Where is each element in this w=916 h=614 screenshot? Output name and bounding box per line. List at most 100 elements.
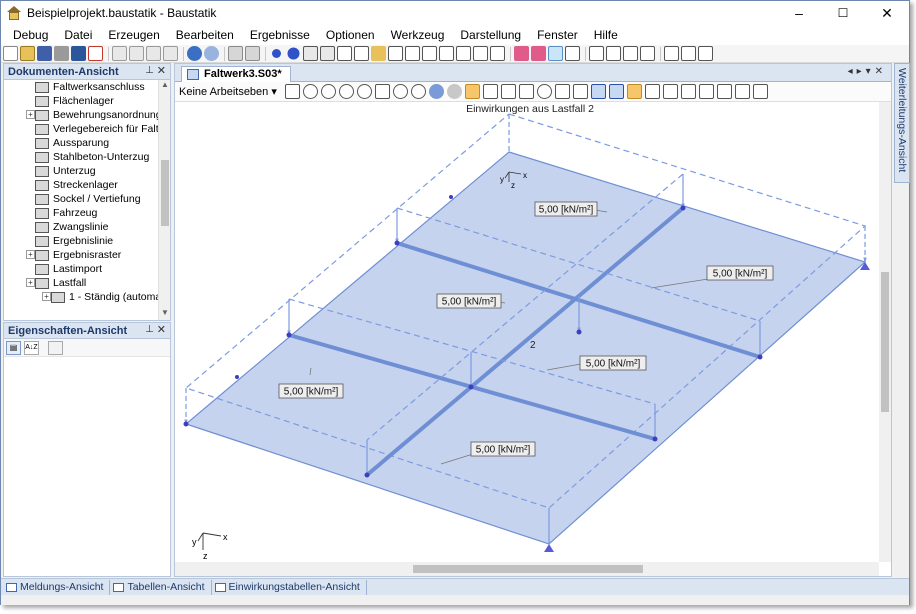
select-filter-icon[interactable] (626, 84, 642, 99)
scroll-thumb[interactable] (881, 272, 889, 412)
tree-item[interactable]: + Lastfall (4, 276, 159, 290)
pin-icon[interactable]: ⊥ (145, 65, 154, 76)
print-icon[interactable] (54, 46, 69, 61)
view-side-icon[interactable] (518, 84, 534, 99)
menu-darstellung[interactable]: Darstellung (452, 25, 529, 45)
pdf-export-icon[interactable] (88, 46, 103, 61)
tab-navigation[interactable]: ◂▸▾✕ (848, 66, 887, 77)
node-point[interactable] (468, 384, 474, 390)
view-front-icon[interactable] (482, 84, 498, 99)
extend-icon[interactable] (422, 46, 437, 61)
workplane-dropdown[interactable]: Keine Arbeitseben ▾ (179, 84, 279, 100)
tree-item[interactable]: Aussparung (4, 136, 159, 150)
close-panel-icon[interactable]: ✕ (157, 64, 166, 77)
tree-item[interactable]: + Bewehrungsanordnung (4, 108, 159, 122)
window-5-icon[interactable] (734, 84, 750, 99)
tree-item[interactable]: Faltwerksanschluss (4, 80, 159, 94)
tree-item[interactable]: Lastimport (4, 262, 159, 276)
document-tab[interactable]: Faltwerk3.S03* (181, 66, 291, 82)
expand-icon[interactable]: + (42, 292, 51, 301)
window-3-icon[interactable] (698, 84, 714, 99)
tree-item[interactable]: Zwangslinie (4, 220, 159, 234)
property-pages-icon[interactable] (48, 340, 63, 355)
node-point[interactable] (757, 354, 763, 360)
window-1-icon[interactable] (662, 84, 678, 99)
undo-icon[interactable] (187, 46, 202, 61)
maximize-button[interactable]: ☐ (821, 1, 865, 25)
menu-hilfe[interactable]: Hilfe (586, 25, 626, 45)
window-2-icon[interactable] (680, 84, 696, 99)
grid-icon[interactable] (554, 84, 570, 99)
menu-ergebnisse[interactable]: Ergebnisse (242, 25, 318, 45)
minimize-button[interactable]: – (777, 1, 821, 25)
expand-icon[interactable]: + (26, 110, 35, 119)
support-marker[interactable] (544, 544, 554, 552)
rotate-node-icon[interactable] (303, 46, 318, 61)
dimension-icon[interactable] (531, 46, 546, 61)
menu-fenster[interactable]: Fenster (529, 25, 586, 45)
tree-item[interactable]: +1 - Ständig (automatise (4, 290, 159, 304)
pencil-icon[interactable] (371, 46, 386, 61)
word-export-icon[interactable] (71, 46, 86, 61)
node-point[interactable] (449, 195, 453, 199)
select-all-icon[interactable] (698, 46, 713, 61)
zoom-in-icon[interactable] (338, 84, 354, 99)
open-file-icon[interactable] (20, 46, 35, 61)
save-icon[interactable] (37, 46, 52, 61)
lasso-icon[interactable] (129, 46, 144, 61)
node-point[interactable] (394, 240, 400, 246)
join-icon[interactable] (456, 46, 471, 61)
tree-item[interactable]: Sockel / Vertiefung (4, 192, 159, 206)
scroll-thumb[interactable] (413, 565, 643, 573)
menu-bearbeiten[interactable]: Bearbeiten (168, 25, 242, 45)
pan-icon[interactable] (374, 84, 390, 99)
render-icon[interactable] (590, 84, 606, 99)
tree-item[interactable]: Fahrzeug (4, 206, 159, 220)
new-file-icon[interactable] (3, 46, 18, 61)
offset-icon[interactable] (473, 46, 488, 61)
layer-icon[interactable] (572, 84, 588, 99)
redo-icon[interactable] (204, 46, 219, 61)
delete-icon[interactable] (146, 46, 161, 61)
scroll-up-icon[interactable]: ▲ (159, 80, 171, 92)
expand-icon[interactable]: + (26, 250, 35, 259)
close-panel-icon[interactable]: ✕ (157, 323, 166, 336)
tab-tabellen-ansicht[interactable]: Tabellen-Ansicht (110, 579, 212, 595)
formula-icon[interactable] (565, 46, 580, 61)
move-node-icon[interactable] (320, 46, 335, 61)
node-point[interactable] (364, 472, 370, 478)
angle-icon[interactable] (548, 46, 563, 61)
canvas-vertical-scrollbar[interactable] (879, 102, 891, 562)
snap-line-icon[interactable] (623, 46, 638, 61)
select-element-icon[interactable] (681, 46, 696, 61)
back-icon[interactable] (428, 84, 444, 99)
zoom-previous-icon[interactable] (410, 84, 426, 99)
load-label[interactable]: 5,00 [kN/m²] (436, 293, 506, 309)
measure-icon[interactable] (514, 46, 529, 61)
scroll-down-icon[interactable]: ▼ (159, 308, 171, 320)
tab-einwirkungstabellen-ansicht[interactable]: Einwirkungstabellen-Ansicht (212, 579, 367, 595)
table-view-icon[interactable] (644, 84, 660, 99)
tree-item[interactable]: Stahlbeton-Unterzug (4, 150, 159, 164)
side-tab-weiterleitung[interactable]: Weiterleitungs-Ansicht (894, 63, 910, 183)
tab-meldungs-ansicht[interactable]: Meldungs-Ansicht (3, 579, 111, 595)
picture-icon[interactable] (608, 84, 624, 99)
menu-datei[interactable]: Datei (56, 25, 100, 45)
model-canvas[interactable]: Einwirkungen aus Lastfall 2 2 5,00 [kN/m… (175, 102, 879, 562)
view-house-icon[interactable] (500, 84, 516, 99)
node-point[interactable] (235, 375, 239, 379)
cut-icon[interactable] (112, 46, 127, 61)
node-point[interactable] (286, 332, 292, 338)
rotate-view-icon[interactable] (302, 84, 318, 99)
zoom-out-icon[interactable] (356, 84, 372, 99)
canvas-horizontal-scrollbar[interactable] (175, 562, 879, 576)
refresh-view-icon[interactable] (536, 84, 552, 99)
forward-icon[interactable] (446, 84, 462, 99)
pin-icon[interactable]: ⊥ (145, 324, 154, 335)
close-button[interactable]: ✕ (865, 1, 909, 25)
model-view-svg[interactable]: Einwirkungen aus Lastfall 2 2 5,00 [kN/m… (175, 102, 879, 562)
edit-line-icon[interactable] (388, 46, 403, 61)
zoom-window-icon[interactable] (320, 84, 336, 99)
tree-item[interactable]: Unterzug (4, 164, 159, 178)
node-point[interactable] (183, 421, 189, 427)
